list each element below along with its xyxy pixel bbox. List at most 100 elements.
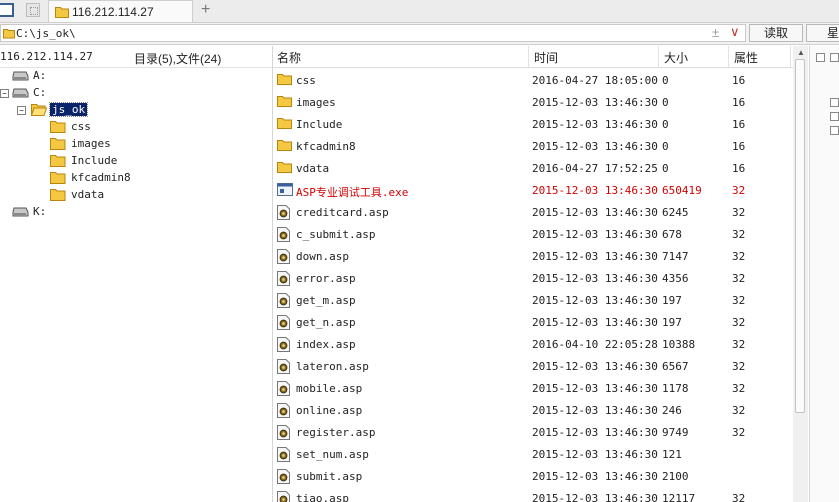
document-icon[interactable] [830, 112, 839, 121]
file-row[interactable]: get_m.asp 2015-12-03 13:46:30 197 32 [273, 289, 793, 311]
column-attr[interactable]: 属性 [734, 49, 758, 66]
file-attr: 32 [732, 228, 746, 241]
file-row[interactable]: css 2016-04-27 18:05:00 0 16 [273, 69, 793, 91]
panel-icon[interactable] [830, 53, 839, 62]
file-row[interactable]: lateron.asp 2015-12-03 13:46:30 6567 32 [273, 355, 793, 377]
file-row[interactable]: online.asp 2015-12-03 13:46:30 246 32 [273, 399, 793, 421]
star-button[interactable]: 星 [806, 24, 839, 42]
file-size: 197 [662, 294, 682, 307]
asp-file-icon [277, 469, 290, 487]
file-name: creditcard.asp [296, 206, 389, 219]
file-name: tiao.asp [296, 492, 349, 502]
file-size: 197 [662, 316, 682, 329]
column-separator[interactable] [658, 46, 659, 67]
tree-node-js-ok[interactable]: − js_ok [0, 102, 260, 118]
file-row[interactable]: down.asp 2015-12-03 13:46:30 7147 32 [273, 245, 793, 267]
column-time[interactable]: 时间 [534, 49, 558, 66]
file-attr: 16 [732, 74, 746, 87]
tree-node-vdata[interactable]: vdata [0, 187, 260, 203]
tree-label: kfcadmin8 [71, 171, 131, 184]
file-time: 2015-12-03 13:46:30 [532, 360, 658, 373]
column-separator[interactable] [528, 46, 529, 67]
folder-icon [50, 137, 66, 153]
path-text: C:\js_ok\ [16, 27, 76, 40]
folder-tree: A: − C: − js_ok css images Include kfcad… [0, 68, 272, 502]
tree-node-k[interactable]: K: [0, 204, 260, 220]
collapse-icon[interactable]: − [17, 106, 26, 115]
add-tab-button[interactable]: + [201, 1, 210, 19]
tab-host[interactable]: 116.212.114.27 [48, 0, 193, 22]
file-row[interactable]: kfcadmin8 2015-12-03 13:46:30 0 16 [273, 135, 793, 157]
file-size: 650419 [662, 184, 702, 197]
asp-file-icon [277, 249, 290, 267]
file-attr: 32 [732, 492, 746, 502]
file-time: 2015-12-03 13:46:30 [532, 184, 658, 197]
file-row[interactable]: creditcard.asp 2015-12-03 13:46:30 6245 32 [273, 201, 793, 223]
file-row[interactable]: get_n.asp 2015-12-03 13:46:30 197 32 [273, 311, 793, 333]
file-row[interactable]: c_submit.asp 2015-12-03 13:46:30 678 32 [273, 223, 793, 245]
file-row[interactable]: Include 2015-12-03 13:46:30 0 16 [273, 113, 793, 135]
new-window-icon[interactable] [26, 3, 40, 17]
path-bar: C:\js_ok\ ± ∨ 读取 星 [0, 23, 839, 45]
file-size: 0 [662, 118, 669, 131]
terminal-icon[interactable] [830, 98, 839, 107]
file-row[interactable]: images 2015-12-03 13:46:30 0 16 [273, 91, 793, 113]
file-name: set_num.asp [296, 448, 369, 461]
file-name: kfcadmin8 [296, 140, 356, 153]
file-row[interactable]: set_num.asp 2015-12-03 13:46:30 121 [273, 443, 793, 465]
file-size: 2100 [662, 470, 689, 483]
tree-node-css[interactable]: css [0, 119, 260, 135]
file-name: register.asp [296, 426, 376, 439]
path-input[interactable]: C:\js_ok\ ± ∨ [0, 24, 746, 42]
tree-node-kfcadmin8[interactable]: kfcadmin8 [0, 170, 260, 186]
asp-file-icon [277, 227, 290, 245]
file-row[interactable]: mobile.asp 2015-12-03 13:46:30 1178 32 [273, 377, 793, 399]
file-row[interactable]: error.asp 2015-12-03 13:46:30 4356 32 [273, 267, 793, 289]
file-row[interactable]: register.asp 2015-12-03 13:46:30 9749 32 [273, 421, 793, 443]
folder-icon [277, 161, 292, 176]
tree-node-images[interactable]: images [0, 136, 260, 152]
scroll-up-icon[interactable]: ▲ [797, 48, 805, 57]
drive-icon [12, 87, 29, 101]
collapse-icon[interactable] [816, 53, 825, 62]
file-row[interactable]: submit.asp 2015-12-03 13:46:30 2100 [273, 465, 793, 487]
document-icon[interactable] [830, 126, 839, 135]
file-size: 678 [662, 228, 682, 241]
asp-file-icon [277, 491, 290, 502]
tree-label: css [71, 120, 91, 133]
collapse-icon[interactable]: − [0, 89, 9, 98]
tree-label: Include [71, 154, 118, 167]
file-attr: 16 [732, 162, 746, 175]
file-name: vdata [296, 162, 330, 175]
file-time: 2015-12-03 13:46:30 [532, 294, 658, 307]
file-attr: 32 [732, 294, 746, 307]
window-icon[interactable] [0, 3, 14, 17]
column-separator[interactable] [728, 46, 729, 67]
file-row[interactable]: vdata 2016-04-27 17:52:25 0 16 [273, 157, 793, 179]
tree-node-a[interactable]: A: [0, 68, 260, 84]
file-size: 6245 [662, 206, 689, 219]
folder-icon [55, 6, 69, 21]
folder-icon [50, 188, 66, 204]
chevron-down-icon[interactable]: ∨ [730, 24, 740, 40]
file-row[interactable]: index.asp 2016-04-10 22:05:28 10388 32 [273, 333, 793, 355]
file-attr: 32 [732, 338, 746, 351]
scroll-thumb[interactable] [795, 59, 805, 413]
column-size[interactable]: 大小 [664, 49, 688, 66]
file-row[interactable]: tiao.asp 2015-12-03 13:46:30 12117 32 [273, 487, 793, 502]
column-separator[interactable] [790, 46, 791, 67]
column-name[interactable]: 名称 [277, 49, 301, 66]
file-size: 1178 [662, 382, 689, 395]
asp-file-icon [277, 359, 290, 377]
clear-icon[interactable]: ± [712, 25, 719, 40]
file-size: 0 [662, 74, 669, 87]
tree-node-include[interactable]: Include [0, 153, 260, 169]
vertical-scrollbar[interactable]: ▲ [793, 46, 808, 502]
file-attr: 16 [732, 96, 746, 109]
tree-node-c[interactable]: − C: [0, 85, 260, 101]
file-size: 7147 [662, 250, 689, 263]
file-row[interactable]: ASP专业调试工具.exe 2015-12-03 13:46:30 650419 32 [273, 179, 793, 201]
tree-label: vdata [71, 188, 105, 201]
folder-icon [50, 120, 66, 136]
read-button[interactable]: 读取 [749, 24, 803, 42]
